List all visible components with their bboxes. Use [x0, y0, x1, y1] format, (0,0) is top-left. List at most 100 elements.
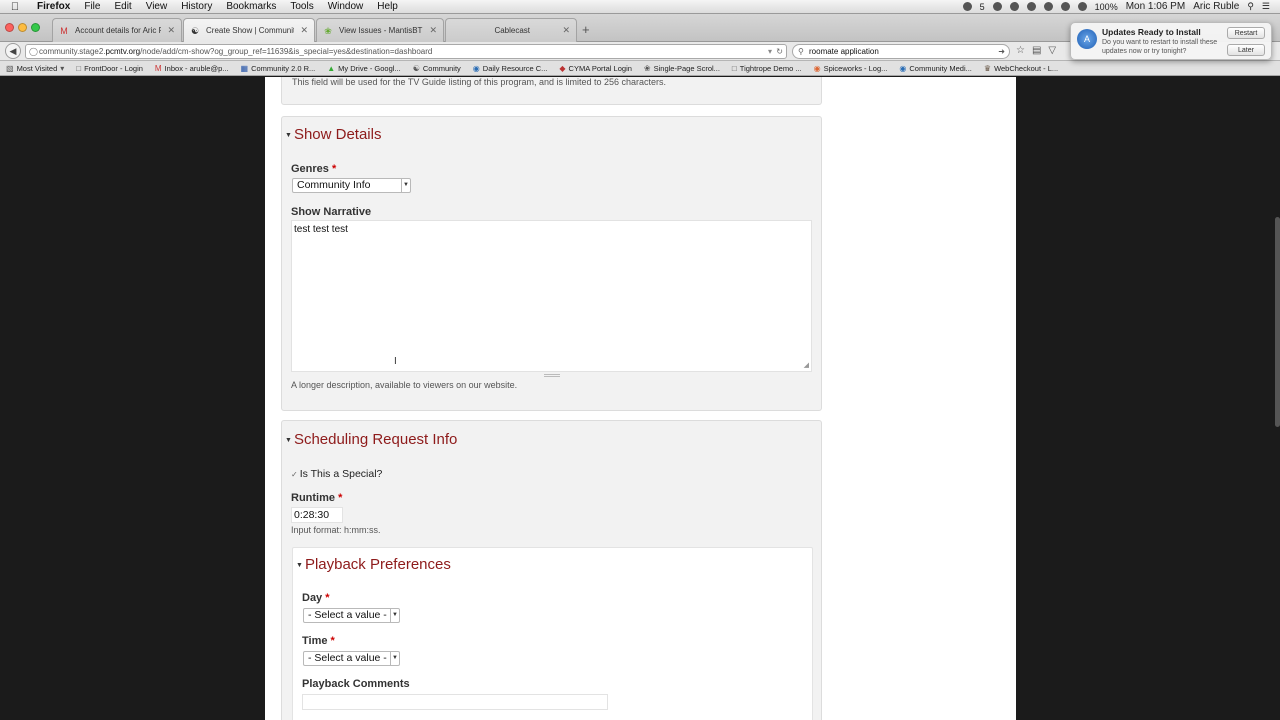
close-tab-icon[interactable]: ✕ — [300, 25, 308, 36]
reload-icon[interactable]: ↻ — [776, 45, 783, 58]
scheduling-legend[interactable]: ▼ Scheduling Request Info — [285, 431, 457, 448]
status-badge[interactable]: 5 — [980, 2, 985, 12]
bookmark-cyma[interactable]: ◆ CYMA Portal Login — [553, 64, 638, 73]
bookmark-label: My Drive - Googl... — [338, 63, 401, 73]
page-scrollbar[interactable] — [1274, 77, 1280, 720]
menu-file[interactable]: File — [77, 1, 107, 12]
list-icon[interactable]: ☰ — [1262, 1, 1270, 12]
gmail-icon: M — [154, 63, 162, 73]
tab-title: Cablecast — [494, 26, 531, 35]
bookmark-label: Tightrope Demo ... — [739, 63, 802, 73]
menu-bookmarks[interactable]: Bookmarks — [219, 1, 283, 12]
minimize-window-icon[interactable] — [18, 23, 27, 32]
legend-text: Scheduling Request Info — [293, 431, 458, 448]
user-name[interactable]: Aric Ruble — [1193, 1, 1239, 12]
day-select[interactable]: - Select a value - ▼ — [303, 608, 400, 623]
later-button[interactable]: Later — [1227, 44, 1265, 56]
close-window-icon[interactable] — [5, 23, 14, 32]
cyma-icon: ◆ — [559, 63, 566, 73]
bookmarks-menu-icon[interactable]: ▤ — [1032, 45, 1041, 56]
menu-history[interactable]: History — [174, 1, 219, 12]
menu-firefox[interactable]: Firefox — [30, 1, 77, 12]
url-bar[interactable]: ◯ community.stage2.pcmtv.org/node/add/cm… — [25, 44, 787, 59]
status-icon[interactable] — [962, 2, 972, 11]
show-details-legend[interactable]: ▼ Show Details — [285, 126, 381, 143]
search-go-icon[interactable]: ➜ — [998, 45, 1005, 58]
volume-icon[interactable] — [1077, 2, 1087, 11]
status-icon[interactable] — [1043, 2, 1053, 11]
tab-create-show[interactable]: ☯ Create Show | Community ✕ — [183, 18, 315, 42]
tab-title: Create Show | Community — [206, 26, 295, 35]
playback-legend[interactable]: ▼ Playback Preferences — [296, 556, 451, 573]
webcheckout-icon: ♛ — [983, 63, 992, 73]
url-host: community.stage2. — [39, 47, 106, 56]
bookmark-my-drive[interactable]: ▲ My Drive - Googl... — [321, 64, 406, 73]
apple-menu-icon[interactable]:  — [0, 1, 30, 13]
chevron-down-icon: ▾ — [60, 63, 65, 73]
checkmark-icon: ✓ — [291, 470, 298, 479]
checkbox-label: Is This a Special? — [299, 468, 383, 480]
tab-gmail[interactable]: M Account details for Aric R... ✕ — [52, 18, 182, 42]
spotlight-icon[interactable]: ⚲ — [1247, 1, 1254, 12]
spiceworks-icon: ◉ — [813, 63, 821, 73]
bookmark-community[interactable]: ☯ Community — [407, 64, 467, 73]
chevron-down-icon: ▼ — [390, 609, 399, 622]
status-icon[interactable] — [1009, 2, 1019, 11]
bookmark-community-2[interactable]: ▦ Community 2.0 R... — [235, 64, 322, 73]
genres-select[interactable]: Community Info ▼ — [292, 178, 411, 193]
bookmark-single-page[interactable]: ❀ Single-Page Scrol... — [638, 64, 726, 73]
clock[interactable]: Mon 1:06 PM — [1126, 1, 1185, 12]
bookmark-daily-resource[interactable]: ◉ Daily Resource C... — [467, 64, 554, 73]
time-select[interactable]: - Select a value - ▼ — [303, 651, 400, 666]
search-bar[interactable]: ⚲ roomate application ➜ — [792, 44, 1010, 59]
label-text: Runtime — [291, 492, 335, 504]
bookmark-star-icon[interactable]: ☆ — [1016, 45, 1025, 56]
zoom-window-icon[interactable] — [31, 23, 40, 32]
select-value: - Select a value - — [308, 609, 387, 621]
close-tab-icon[interactable]: ✕ — [562, 25, 570, 36]
resize-handle-icon[interactable]: ◢ — [804, 361, 809, 369]
narrative-description: A longer description, available to viewe… — [291, 380, 518, 390]
runtime-input[interactable]: 0:28:30 — [291, 507, 343, 523]
chevron-down-icon: ▼ — [401, 179, 410, 192]
playback-comments-input[interactable] — [302, 694, 608, 710]
bookmark-webcheckout[interactable]: ♛ WebCheckout - L... — [978, 64, 1064, 73]
bookmark-frontdoor[interactable]: □ FrontDoor - Login — [70, 64, 149, 73]
required-mark: * — [331, 163, 337, 175]
update-notification: A Updates Ready to Install Do you want t… — [1070, 22, 1272, 60]
bookmark-label: CYMA Portal Login — [568, 63, 632, 73]
window-controls — [5, 23, 40, 32]
label-text: Genres — [291, 163, 329, 175]
menu-window[interactable]: Window — [321, 1, 371, 12]
close-tab-icon[interactable]: ✕ — [167, 25, 175, 36]
menu-tools[interactable]: Tools — [283, 1, 320, 12]
battery-percent[interactable]: 100% — [1095, 2, 1118, 12]
new-tab-button[interactable]: + — [582, 22, 590, 37]
is-special-checkbox[interactable]: ✓ Is This a Special? — [291, 468, 382, 480]
tab-mantis[interactable]: ❀ View Issues - MantisBT ✕ — [316, 18, 444, 42]
tab-cablecast[interactable]: Cablecast ✕ — [445, 18, 577, 42]
back-button[interactable]: ◀ — [5, 43, 21, 59]
status-area: 5 100% Mon 1:06 PM Aric Ruble ⚲ ☰ — [962, 1, 1280, 12]
show-narrative-textarea[interactable]: test test test ◢ — [291, 220, 812, 372]
bookmark-label: Single-Page Scrol... — [653, 63, 720, 73]
bookmark-community-media[interactable]: ◉ Community Medi... — [893, 64, 978, 73]
bookmark-tightrope[interactable]: □ Tightrope Demo ... — [726, 64, 808, 73]
bookmark-most-visited[interactable]: ▧ Most Visited ▾ — [0, 64, 70, 73]
dropdown-arrow-icon[interactable]: ▾ — [768, 45, 772, 58]
restart-button[interactable]: Restart — [1227, 27, 1265, 39]
status-icon[interactable] — [1026, 2, 1036, 11]
menu-help[interactable]: Help — [370, 1, 405, 12]
scrollbar-thumb[interactable] — [1275, 217, 1280, 427]
status-icon[interactable] — [992, 2, 1002, 11]
textarea-grippie[interactable] — [544, 374, 560, 377]
label-text: Day — [302, 592, 323, 604]
close-tab-icon[interactable]: ✕ — [429, 25, 437, 36]
menu-edit[interactable]: Edit — [107, 1, 138, 12]
wifi-icon[interactable] — [1060, 2, 1070, 11]
playback-comments-label: Playback Comments — [302, 678, 410, 690]
pocket-icon[interactable]: ▽ — [1048, 45, 1056, 56]
bookmark-inbox[interactable]: M Inbox - aruble@p... — [149, 64, 235, 73]
bookmark-spiceworks[interactable]: ◉ Spiceworks - Log... — [808, 64, 894, 73]
menu-view[interactable]: View — [139, 1, 175, 12]
